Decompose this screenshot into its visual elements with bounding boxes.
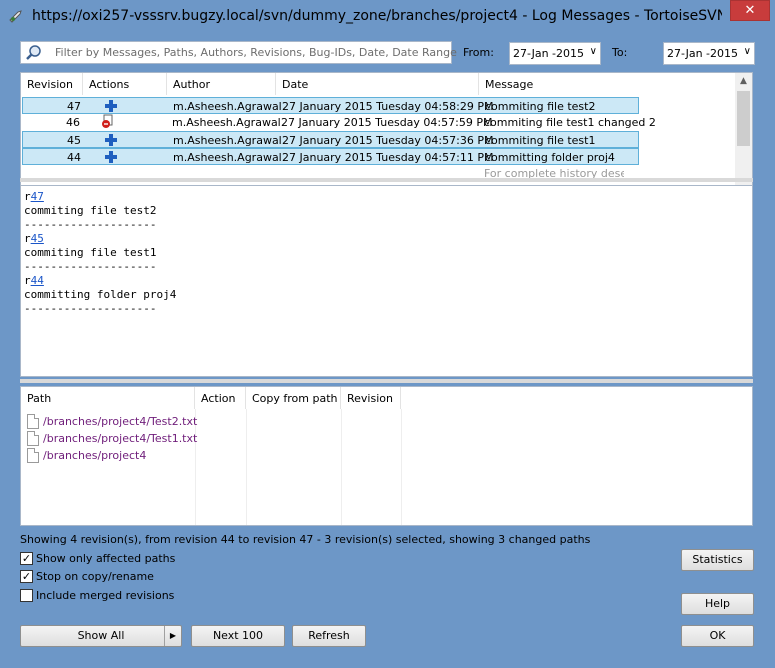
column-header-message[interactable]: Message xyxy=(479,73,737,95)
tortoisesvn-logo-icon xyxy=(9,10,22,23)
add-action-icon xyxy=(105,100,117,112)
column-header-revision[interactable]: Revision xyxy=(341,387,401,409)
message-rev-line: r45 xyxy=(24,232,749,246)
statistics-button[interactable]: Statistics xyxy=(681,549,754,571)
help-button[interactable]: Help xyxy=(681,593,754,615)
path-text: /branches/project4 xyxy=(43,449,147,462)
author-cell: m.Asheesh.Agrawal xyxy=(173,134,282,147)
revision-row[interactable]: 44 m.Asheesh.Agrawal 27 January 2015 Tue… xyxy=(22,148,639,165)
status-text: Showing 4 revision(s), from revision 44 … xyxy=(20,533,591,546)
message-cell: commiting file test2 xyxy=(485,100,596,113)
add-action-icon xyxy=(105,151,117,163)
folder-icon xyxy=(27,448,39,463)
column-header-date[interactable]: Date xyxy=(276,73,479,95)
checkbox-box[interactable] xyxy=(20,589,33,602)
filter-placeholder: Filter by Messages, Paths, Authors, Revi… xyxy=(55,46,457,59)
message-cell: commiting file test1 xyxy=(485,134,596,147)
log-messages-window: https://oxi257-vsssrv.bugzy.local/svn/du… xyxy=(0,0,775,668)
author-cell: m.Asheesh.Agrawal xyxy=(172,116,281,129)
from-date-value: 27-Jan -2015 xyxy=(513,47,584,60)
message-text: committing folder proj4 xyxy=(24,288,177,301)
to-date-picker[interactable]: 27-Jan -2015 ∨ xyxy=(663,42,755,65)
dialog-client: Filter by Messages, Paths, Authors, Revi… xyxy=(8,34,767,660)
column-header-actions[interactable]: Actions xyxy=(83,73,167,95)
next-100-button[interactable]: Next 100 xyxy=(191,625,285,647)
rev-prefix: r xyxy=(24,274,31,287)
rev-prefix: r xyxy=(24,190,31,203)
chevron-down-icon[interactable]: ∨ xyxy=(590,46,597,57)
column-header-action[interactable]: Action xyxy=(195,387,246,409)
column-header-path[interactable]: Path xyxy=(21,387,195,409)
message-text: commiting file test1 xyxy=(24,246,157,259)
revision-link[interactable]: 47 xyxy=(31,190,44,203)
author-cell: m.Asheesh.Agrawal xyxy=(173,100,282,113)
splitter-bottom[interactable] xyxy=(20,379,753,383)
ok-button[interactable]: OK xyxy=(681,625,754,647)
column-header-author[interactable]: Author xyxy=(167,73,276,95)
to-date-value: 27-Jan -2015 xyxy=(667,47,738,60)
column-header-copy-from-path[interactable]: Copy from path xyxy=(246,387,341,409)
column-header-revision[interactable]: Revision xyxy=(21,73,83,95)
checkbox-label: Show only affected paths xyxy=(36,552,176,565)
chevron-right-icon[interactable]: ▶ xyxy=(164,626,181,646)
checkbox-box[interactable]: ✓ xyxy=(20,570,33,583)
revision-number: 46 xyxy=(66,116,80,129)
file-icon xyxy=(27,414,39,429)
filter-box[interactable]: Filter by Messages, Paths, Authors, Revi… xyxy=(20,41,457,64)
column-divider xyxy=(246,409,247,525)
message-cell: commiting file test1 changed 2 xyxy=(484,116,656,129)
message-text: commiting file test2 xyxy=(24,204,157,217)
message-cell: committing folder proj4 xyxy=(485,151,615,164)
show-all-button[interactable]: Show All ▶ xyxy=(20,625,182,647)
close-window-button[interactable]: ✕ xyxy=(730,0,770,21)
splitter-top[interactable] xyxy=(20,178,753,182)
scroll-up-icon[interactable]: ▲ xyxy=(735,73,752,90)
revision-row[interactable]: 47 m.Asheesh.Agrawal 27 January 2015 Tue… xyxy=(22,97,639,114)
checkbox-label: Stop on copy/rename xyxy=(36,570,154,583)
revision-row[interactable]: 45 m.Asheesh.Agrawal 27 January 2015 Tue… xyxy=(22,131,639,148)
title-bar[interactable]: https://oxi257-vsssrv.bugzy.local/svn/du… xyxy=(0,0,775,34)
date-cell: 27 January 2015 Tuesday 04:57:59 PM xyxy=(281,116,493,129)
message-separator: -------------------- xyxy=(24,302,157,315)
revision-link[interactable]: 44 xyxy=(31,274,44,287)
from-label: From: xyxy=(463,46,494,59)
window-title: https://oxi257-vsssrv.bugzy.local/svn/du… xyxy=(32,8,722,24)
message-rev-line: r44 xyxy=(24,274,749,288)
revision-number: 44 xyxy=(67,151,81,164)
chevron-down-icon[interactable]: ∨ xyxy=(744,46,751,57)
column-divider xyxy=(341,409,342,525)
add-action-icon xyxy=(105,134,117,146)
search-icon[interactable] xyxy=(25,44,43,62)
revision-link[interactable]: 45 xyxy=(31,232,44,245)
changed-paths-list[interactable]: Path Action Copy from path Revision /bra… xyxy=(20,386,753,526)
rev-prefix: r xyxy=(24,232,31,245)
path-text: /branches/project4/Test2.txt xyxy=(43,415,198,428)
message-rev-line: r47 xyxy=(24,190,749,204)
scroll-thumb[interactable] xyxy=(737,91,750,146)
revision-number: 45 xyxy=(67,134,81,147)
author-cell: m.Asheesh.Agrawal xyxy=(173,151,282,164)
revision-row[interactable]: 46 m.Asheesh.Agrawal 27 January 2015 Tue… xyxy=(21,114,739,131)
revision-number: 47 xyxy=(67,100,81,113)
log-message-pane[interactable]: r47 commiting file test2 ---------------… xyxy=(20,185,753,377)
column-divider xyxy=(401,409,402,525)
message-separator: -------------------- xyxy=(24,218,157,231)
show-all-label: Show All xyxy=(77,629,125,642)
date-cell: 27 January 2015 Tuesday 04:57:11 PM xyxy=(282,151,494,164)
checkbox-box[interactable]: ✓ xyxy=(20,552,33,565)
refresh-button[interactable]: Refresh xyxy=(292,625,366,647)
message-separator: -------------------- xyxy=(24,260,157,273)
delete-action-icon xyxy=(102,114,113,128)
from-date-picker[interactable]: 27-Jan -2015 ∨ xyxy=(509,42,601,65)
file-icon xyxy=(27,431,39,446)
to-label: To: xyxy=(612,46,628,59)
date-cell: 27 January 2015 Tuesday 04:58:29 PM xyxy=(282,100,494,113)
path-text: /branches/project4/Test1.txt xyxy=(43,432,198,445)
checkbox-label: Include merged revisions xyxy=(36,589,175,602)
date-cell: 27 January 2015 Tuesday 04:57:36 PM xyxy=(282,134,494,147)
